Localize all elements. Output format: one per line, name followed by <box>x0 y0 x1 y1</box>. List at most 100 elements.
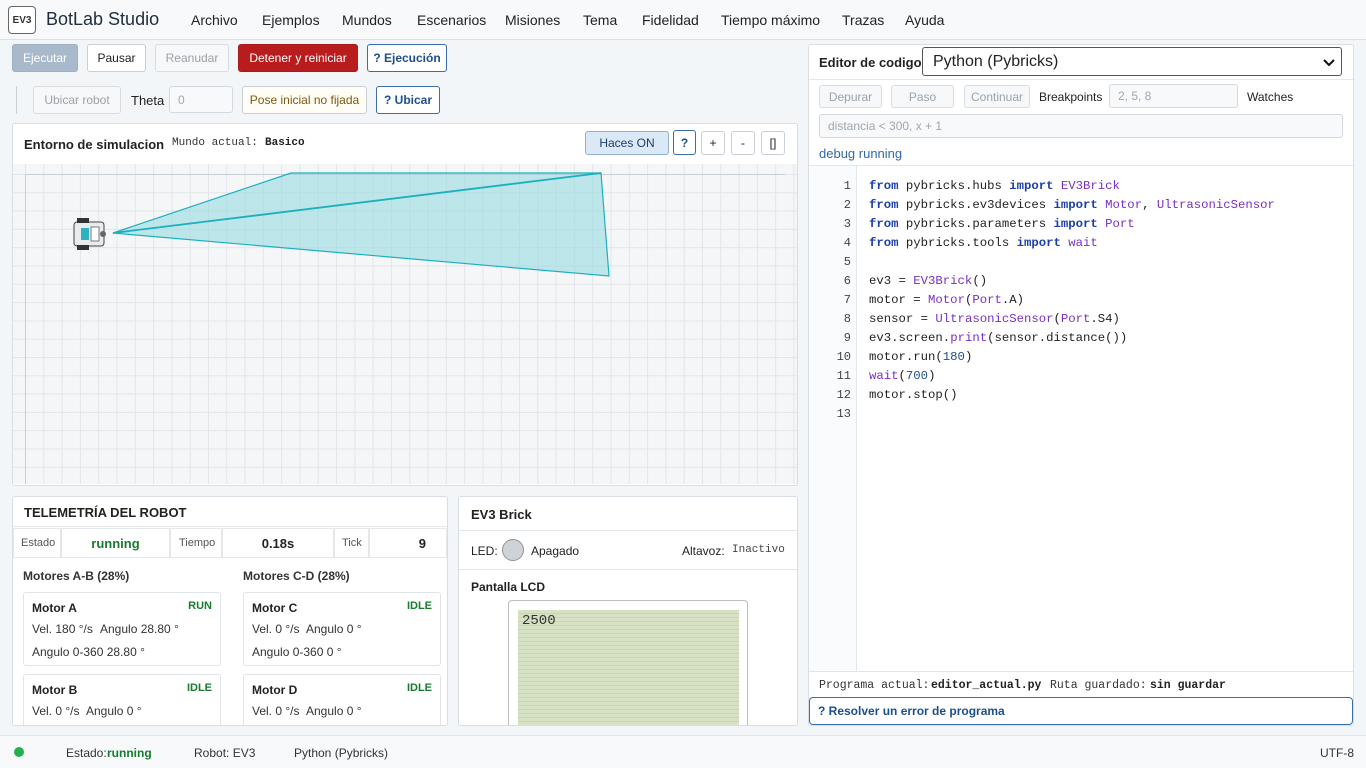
menu-archivo[interactable]: Archivo <box>191 12 238 28</box>
menu-escenarios[interactable]: Escenarios <box>417 12 486 28</box>
program-label: Programa actual: <box>819 679 930 692</box>
code-line: from pybricks.parameters import Port <box>869 217 1135 231</box>
pause-button[interactable]: Pausar <box>87 44 146 72</box>
theta-label: Theta <box>131 93 165 108</box>
led-label: LED: <box>471 544 498 558</box>
lcd-text: 2500 <box>522 613 556 629</box>
tiempo-label: Tiempo <box>170 528 222 558</box>
simulation-canvas[interactable] <box>13 164 797 484</box>
divider <box>809 165 1353 166</box>
resolve-error-button[interactable]: ? Resolver un error de programa <box>809 697 1353 725</box>
language-selected: Python (Pybricks) <box>933 52 1059 70</box>
step-button[interactable]: Paso <box>891 85 954 108</box>
line-gutter: 1 2 3 4 5 6 7 8 9 10 11 12 13 <box>809 166 857 671</box>
divider <box>809 671 1353 672</box>
debug-button[interactable]: Depurar <box>819 85 882 108</box>
menu-ayuda[interactable]: Ayuda <box>905 12 944 28</box>
code-line: motor.run(180) <box>869 350 973 364</box>
lcd-screen: 2500 <box>518 610 739 725</box>
code-line: motor = Motor(Port.A) <box>869 293 1025 307</box>
sim-help-button[interactable]: ? <box>673 130 696 155</box>
led-state: Apagado <box>531 544 580 558</box>
divider <box>459 569 797 570</box>
code-line: from pybricks.tools import wait <box>869 236 1098 250</box>
status-robot: Robot: EV3 <box>194 746 256 760</box>
theta-input[interactable]: 0 <box>169 86 233 113</box>
lcd-title: Pantalla LCD <box>471 580 546 594</box>
run-button[interactable]: Ejecutar <box>12 44 78 72</box>
menu-tiempo-maximo[interactable]: Tiempo máximo <box>721 12 820 28</box>
code-line: sensor = UltrasonicSensor(Port.S4) <box>869 312 1120 326</box>
line-number: 9 <box>843 331 851 345</box>
status-estado-value: running <box>107 746 152 760</box>
code-line: wait(700) <box>869 369 936 383</box>
line-number: 6 <box>843 274 851 288</box>
watches-label: Watches <box>1247 90 1294 104</box>
program-name: editor_actual.py <box>931 679 1042 692</box>
estado-value: running <box>61 528 170 558</box>
watches-input[interactable]: distancia < 300, x + 1 <box>819 114 1343 138</box>
line-number: 12 <box>836 388 851 402</box>
line-number: 1 <box>843 179 851 193</box>
menu-mundos[interactable]: Mundos <box>342 12 392 28</box>
line-number: 8 <box>843 312 851 326</box>
code-area[interactable]: from pybricks.hubs import EV3Brick from p… <box>869 177 1275 424</box>
locate-robot-button[interactable]: Ubicar robot <box>33 86 121 114</box>
code-line: ev3 = EV3Brick() <box>869 274 988 288</box>
divider <box>13 526 447 527</box>
line-number: 5 <box>843 255 851 269</box>
line-number: 7 <box>843 293 851 307</box>
fit-view-button[interactable]: [] <box>761 131 785 155</box>
zoom-in-button[interactable]: + <box>701 131 725 155</box>
execution-help-button[interactable]: ? Ejecución <box>367 44 447 72</box>
divider <box>459 530 797 531</box>
app-title: BotLab Studio <box>46 9 160 29</box>
menu-tema[interactable]: Tema <box>583 12 617 28</box>
stop-reset-button[interactable]: Detener y reiniciar <box>238 44 358 72</box>
tick-value: 9 <box>369 528 447 558</box>
pose-unset-badge: Pose inicial no fijada <box>242 86 367 114</box>
resume-button[interactable]: Reanudar <box>155 44 229 72</box>
debug-status: debug running <box>819 146 903 161</box>
telemetry-title: TELEMETRÍA DEL ROBOT <box>24 505 187 520</box>
toolbar-divider <box>16 86 17 114</box>
breakpoints-input[interactable]: 2, 5, 8 <box>1109 84 1238 108</box>
line-number: 13 <box>836 407 851 421</box>
status-bar: Estado: running Robot: EV3 Python (Pybri… <box>0 735 1366 768</box>
line-number: 3 <box>843 217 851 231</box>
locate-help-button[interactable]: ? Ubicar <box>376 86 440 114</box>
estado-label: Estado <box>13 528 61 558</box>
menu-ejemplos[interactable]: Ejemplos <box>262 12 320 28</box>
line-number: 2 <box>843 198 851 212</box>
status-encoding: UTF-8 <box>1320 746 1354 760</box>
code-line: from pybricks.hubs import EV3Brick <box>869 179 1120 193</box>
robot-icon <box>73 218 106 250</box>
beams-toggle-button[interactable]: Haces ON <box>585 131 669 155</box>
menu-misiones[interactable]: Misiones <box>505 12 560 28</box>
menu-trazas[interactable]: Trazas <box>842 12 884 28</box>
status-language: Python (Pybricks) <box>294 746 389 760</box>
world-label: Mundo actual: <box>172 137 258 149</box>
brick-title: EV3 Brick <box>471 507 532 522</box>
app-logo: EV3 <box>8 6 36 34</box>
language-select[interactable]: Python (Pybricks) <box>922 47 1342 76</box>
simulation-title: Entorno de simulacion <box>24 137 165 152</box>
line-number: 4 <box>843 236 851 250</box>
menu-fidelidad[interactable]: Fidelidad <box>642 12 699 28</box>
status-estado-label: Estado: <box>66 746 107 760</box>
world-name: Basico <box>265 137 305 149</box>
chevron-down-icon <box>1323 59 1335 67</box>
motors-cd-heading: Motores C-D (28%) <box>243 569 350 583</box>
continue-button[interactable]: Continuar <box>964 85 1030 108</box>
status-dot-icon <box>14 747 24 757</box>
save-path-label: Ruta guardado: <box>1050 679 1147 692</box>
code-line: motor.stop() <box>869 388 958 402</box>
lcd-frame: 2500 <box>508 600 748 725</box>
line-number: 10 <box>836 350 851 364</box>
code-line: ev3.screen.print(sensor.distance()) <box>869 331 1128 345</box>
sensor-beams <box>112 172 610 277</box>
editor-title: Editor de codigo <box>819 55 922 70</box>
zoom-out-button[interactable]: - <box>731 131 755 155</box>
